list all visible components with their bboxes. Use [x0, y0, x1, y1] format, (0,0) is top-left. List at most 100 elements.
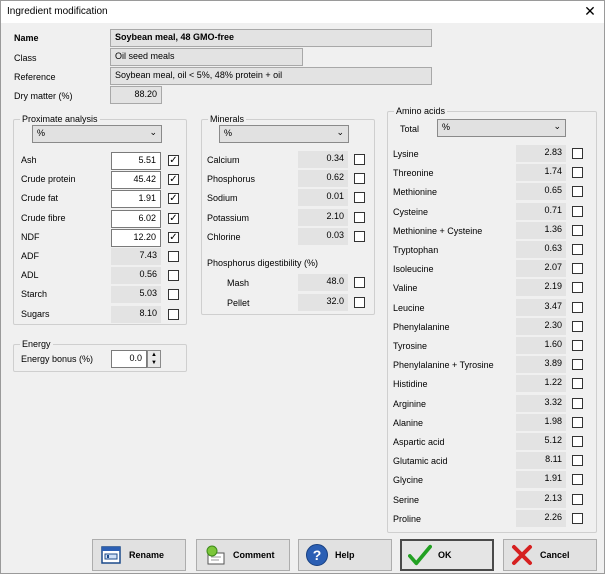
amino-checkbox[interactable] — [572, 148, 583, 159]
title-bar: Ingredient modification ✕ — [1, 1, 604, 23]
proximate-checkbox[interactable] — [168, 309, 179, 320]
digestibility-checkbox[interactable] — [354, 297, 365, 308]
amino-checkbox[interactable] — [572, 474, 583, 485]
check-mark-icon: ✓ — [169, 193, 178, 204]
proximate-title: Proximate analysis — [20, 114, 100, 124]
amino-checkbox[interactable] — [572, 359, 583, 370]
amino-label: Glycine — [393, 475, 424, 485]
amino-value: 3.32 — [516, 395, 566, 412]
digestibility-value: 48.0 — [298, 274, 348, 291]
rename-button[interactable]: Rename — [92, 539, 186, 571]
proximate-label: ADF — [21, 251, 39, 261]
proximate-value-input[interactable]: 5.51 — [111, 152, 161, 170]
amino-value: 1.36 — [516, 222, 566, 239]
amino-value: 2.19 — [516, 279, 566, 296]
check-mark-icon: ✓ — [169, 213, 178, 224]
close-icon[interactable]: ✕ — [582, 3, 598, 19]
mineral-checkbox[interactable] — [354, 154, 365, 165]
minerals-unit-value: % — [224, 128, 233, 138]
amino-checkbox[interactable] — [572, 225, 583, 236]
cancel-button[interactable]: Cancel — [503, 539, 597, 571]
rename-label: Rename — [129, 550, 165, 560]
amino-label: Threonine — [393, 168, 434, 178]
energy-bonus-spinner[interactable]: ▲ ▼ — [147, 350, 161, 368]
dry-matter-field: 88.20 — [110, 86, 162, 104]
svg-text:?: ? — [313, 547, 322, 563]
chevron-down-icon: ⌄ — [149, 127, 157, 137]
amino-label: Isoleucine — [393, 264, 434, 274]
help-button[interactable]: ? Help — [298, 539, 392, 571]
comment-label: Comment — [233, 550, 275, 560]
mineral-checkbox[interactable] — [354, 212, 365, 223]
amino-value: 5.12 — [516, 433, 566, 450]
mineral-checkbox[interactable] — [354, 173, 365, 184]
amino-checkbox[interactable] — [572, 206, 583, 217]
dry-matter-label: Dry matter (%) — [14, 91, 73, 101]
proximate-checkbox[interactable]: ✓ — [168, 213, 179, 224]
amino-checkbox[interactable] — [572, 378, 583, 389]
chevron-down-icon: ⌄ — [553, 121, 561, 131]
digestibility-checkbox[interactable] — [354, 277, 365, 288]
comment-button[interactable]: Comment — [196, 539, 290, 571]
help-icon: ? — [305, 543, 329, 567]
amino-checkbox[interactable] — [572, 244, 583, 255]
reference-field: Soybean meal, oil < 5%, 48% protein + oi… — [110, 67, 432, 85]
class-label: Class — [14, 53, 37, 63]
amino-label: Leucine — [393, 303, 425, 313]
comment-icon — [203, 543, 227, 567]
amino-checkbox[interactable] — [572, 436, 583, 447]
amino-checkbox[interactable] — [572, 417, 583, 428]
amino-label: Tryptophan — [393, 245, 439, 255]
proximate-unit-select[interactable]: % ⌄ — [32, 125, 162, 143]
mineral-label: Calcium — [207, 155, 240, 165]
amino-checkbox[interactable] — [572, 398, 583, 409]
amino-label: Phenylalanine — [393, 322, 450, 332]
mineral-value: 2.10 — [298, 209, 348, 226]
mineral-checkbox[interactable] — [354, 192, 365, 203]
amino-label: Phenylalanine + Tyrosine — [393, 360, 494, 370]
proximate-value-input[interactable]: 45.42 — [111, 171, 161, 189]
proximate-checkbox[interactable]: ✓ — [168, 193, 179, 204]
amino-unit-value: % — [442, 122, 451, 132]
proximate-value-input[interactable]: 6.02 — [111, 210, 161, 228]
amino-checkbox[interactable] — [572, 186, 583, 197]
proximate-value-input[interactable]: 1.91 — [111, 190, 161, 208]
amino-checkbox[interactable] — [572, 263, 583, 274]
amino-checkbox[interactable] — [572, 513, 583, 524]
name-label: Name — [14, 33, 39, 43]
proximate-value-input[interactable]: 12.20 — [111, 229, 161, 247]
check-mark-icon: ✓ — [169, 232, 178, 243]
amino-label: Valine — [393, 283, 418, 293]
digestibility-label: Mash — [227, 278, 250, 288]
amino-value: 0.63 — [516, 241, 566, 258]
amino-checkbox[interactable] — [572, 302, 583, 313]
reference-label: Reference — [14, 72, 56, 82]
proximate-unit-value: % — [37, 128, 46, 138]
proximate-label: Sugars — [21, 309, 50, 319]
amino-checkbox[interactable] — [572, 455, 583, 466]
amino-checkbox[interactable] — [572, 340, 583, 351]
proximate-checkbox[interactable] — [168, 270, 179, 281]
proximate-checkbox[interactable]: ✓ — [168, 174, 179, 185]
mineral-checkbox[interactable] — [354, 231, 365, 242]
proximate-checkbox[interactable]: ✓ — [168, 155, 179, 166]
proximate-checkbox[interactable] — [168, 289, 179, 300]
proximate-checkbox[interactable]: ✓ — [168, 232, 179, 243]
amino-total-label: Total — [400, 124, 420, 134]
amino-checkbox[interactable] — [572, 494, 583, 505]
amino-checkbox[interactable] — [572, 321, 583, 332]
energy-bonus-input[interactable]: 0.0 — [111, 350, 147, 368]
amino-checkbox[interactable] — [572, 282, 583, 293]
proximate-value: 0.56 — [111, 267, 161, 284]
proximate-label: Crude fat — [21, 193, 59, 203]
minerals-unit-select[interactable]: % ⌄ — [219, 125, 349, 143]
amino-checkbox[interactable] — [572, 167, 583, 178]
amino-value: 1.98 — [516, 414, 566, 431]
amino-label: Arginine — [393, 399, 427, 409]
ok-button[interactable]: OK — [400, 539, 494, 571]
window-title: Ingredient modification — [7, 6, 108, 17]
amino-unit-select[interactable]: % ⌄ — [437, 119, 566, 137]
check-mark-icon: ✓ — [169, 155, 178, 166]
proximate-checkbox[interactable] — [168, 251, 179, 262]
amino-label: Tyrosine — [393, 341, 428, 351]
